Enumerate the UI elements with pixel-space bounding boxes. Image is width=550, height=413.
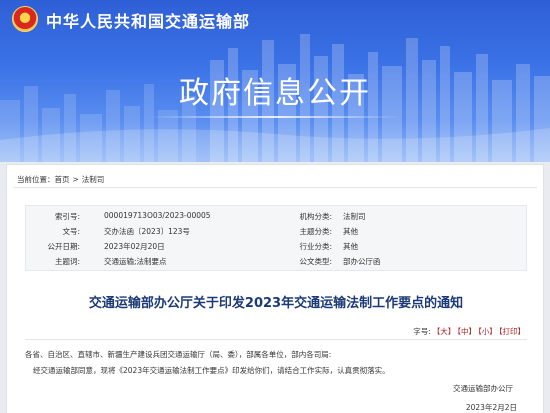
breadcrumb-prefix: 当前位置： <box>17 175 55 184</box>
font-size-small-link[interactable]: 【小】 <box>478 327 497 336</box>
meta-label: 索引号: <box>54 212 80 221</box>
breadcrumb-legal-dept[interactable]: 法制司 <box>82 174 105 185</box>
section-title: 政府信息公开 <box>179 76 371 111</box>
content-card: 当前位置：首页 > 法制司 索引号: 000019713O03/2023-00005… <box>6 164 544 413</box>
meta-value: 交办法函〔2023〕123号 <box>104 227 190 236</box>
toolbar-divider <box>25 339 527 340</box>
document-date: 2023年2月2日 <box>465 403 517 412</box>
meta-value: 2023年02月20日 <box>104 242 165 251</box>
breadcrumb: 当前位置：首页 > 法制司 <box>17 174 104 185</box>
metadata-row: 文号: 交办法函〔2023〕123号 主题分类: 其他 <box>26 226 528 242</box>
print-link[interactable]: 【打印】 <box>499 327 525 336</box>
meta-label: 行业分类: <box>299 242 332 251</box>
font-size-medium-link[interactable]: 【中】 <box>457 327 476 336</box>
meta-label: 主题词: <box>54 257 80 266</box>
breadcrumb-divider <box>13 187 537 188</box>
font-size-toolbar: 字号: 【大】 【中】 【小】 【打印】 <box>413 326 525 337</box>
breadcrumb-home[interactable]: 首页 <box>55 174 70 185</box>
metadata-row: 主题词: 交通运输;法制要点 公文类型: 部办公厅函 <box>26 256 528 272</box>
meta-value: 其他 <box>343 242 358 251</box>
meta-value: 法制司 <box>343 212 366 221</box>
national-emblem-icon <box>12 6 38 32</box>
meta-label: 公开日期: <box>47 242 80 251</box>
meta-label: 文号: <box>62 227 80 236</box>
title-divider <box>150 116 400 118</box>
meta-label: 公文类型: <box>299 257 332 266</box>
document-salutation: 各省、自治区、直辖市、新疆生产建设兵团交通运输厅（局、委），部属各单位，部内各司… <box>25 350 332 359</box>
meta-value: 部办公厅函 <box>343 257 381 266</box>
document-signature: 交通运输部办公厅 <box>453 384 513 393</box>
document-title: 交通运输部办公厅关于印发2023年交通运输法制工作要点的通知 <box>88 296 464 311</box>
meta-label: 机构分类: <box>299 212 332 221</box>
meta-value: 000019713O03/2023-00005 <box>104 211 211 220</box>
metadata-table: 索引号: 000019713O03/2023-00005 机构分类: 法制司 文… <box>25 205 527 271</box>
document-body: 经交通运输部同意，现将《2023年交通运输法制工作要点》印发给你们，请结合工作实… <box>33 366 390 375</box>
font-size-large-link[interactable]: 【大】 <box>433 327 456 336</box>
metadata-row: 公开日期: 2023年02月20日 行业分类: 其他 <box>26 241 528 257</box>
ministry-name[interactable]: 中华人民共和国交通运输部 <box>46 8 250 32</box>
meta-label: 主题分类: <box>299 227 332 236</box>
metadata-row: 索引号: 000019713O03/2023-00005 机构分类: 法制司 <box>26 211 528 227</box>
header-banner: 中华人民共和国交通运输部 政府信息公开 <box>0 0 550 162</box>
breadcrumb-separator: > <box>72 175 79 184</box>
meta-value: 交通运输;法制要点 <box>104 257 167 266</box>
meta-value: 其他 <box>343 227 358 236</box>
font-size-label: 字号: <box>413 327 431 336</box>
